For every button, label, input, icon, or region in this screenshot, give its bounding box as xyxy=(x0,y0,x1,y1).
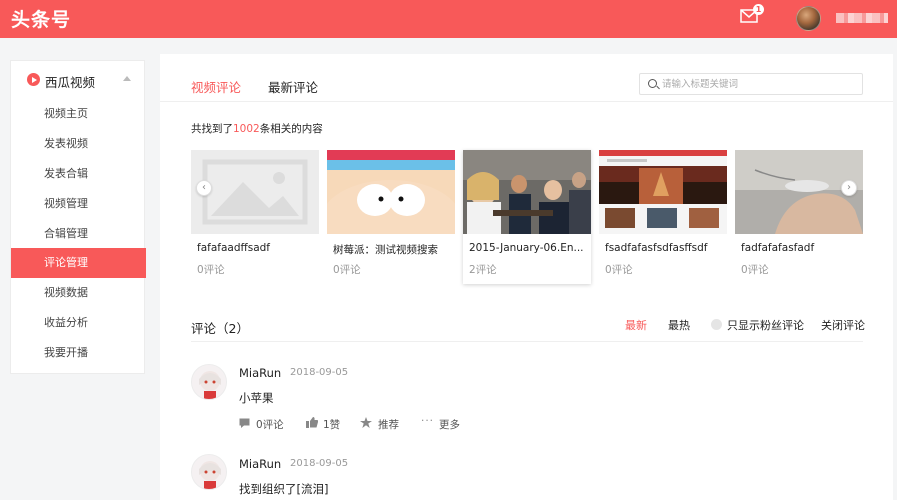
comment-text: 小苹果 xyxy=(239,391,274,405)
comments-divider xyxy=(191,341,863,342)
chevron-right-icon: › xyxy=(847,182,851,193)
search-icon xyxy=(648,79,657,88)
username-blurred[interactable] xyxy=(836,13,888,23)
sidebar-section-header[interactable]: 西瓜视频 xyxy=(11,61,146,99)
sidebar-item-collection-management[interactable]: 合辑管理 xyxy=(11,219,146,249)
video-title: fafafaadffsadf xyxy=(197,242,270,254)
comment-icon xyxy=(239,418,250,428)
search-input[interactable] xyxy=(662,76,857,92)
sidebar: 西瓜视频 视频主页 发表视频 发表合辑 视频管理 合辑管理 评论管理 视频数据 … xyxy=(10,60,146,374)
play-icon xyxy=(27,73,40,86)
video-card-selected[interactable]: 2015-January-06.En... 2评论 xyxy=(463,150,591,284)
video-thumbnail-website xyxy=(599,150,727,234)
close-comments-button[interactable]: 关闭评论 xyxy=(821,317,865,333)
filter-hot[interactable]: 最热 xyxy=(668,317,690,333)
results-count: 共找到了1002条相关的内容 xyxy=(191,121,323,136)
comment-more-button[interactable]: 更多 xyxy=(439,417,460,432)
top-bar: 头条号 1 xyxy=(0,0,897,38)
sidebar-section-title: 西瓜视频 xyxy=(45,75,96,90)
filter-latest[interactable]: 最新 xyxy=(625,317,647,333)
video-card[interactable]: 树莓派：测试视频搜索 0评论 xyxy=(327,150,455,284)
comment-recommend-button[interactable]: 推荐 xyxy=(378,417,399,432)
sidebar-item-revenue-analysis[interactable]: 收益分析 xyxy=(11,308,146,338)
comment-username[interactable]: MiaRun xyxy=(239,366,281,380)
comment-username[interactable]: MiaRun xyxy=(239,457,281,471)
results-suffix: 条相关的内容 xyxy=(259,123,323,135)
sidebar-item-video-data[interactable]: 视频数据 xyxy=(11,278,146,308)
sidebar-item-video-management[interactable]: 视频管理 xyxy=(11,189,146,219)
results-prefix: 共找到了 xyxy=(191,123,233,135)
video-title: fadfafafasfadf xyxy=(741,242,815,254)
sidebar-item-publish-collection[interactable]: 发表合辑 xyxy=(11,159,146,189)
chevron-left-icon: ‹ xyxy=(202,182,206,193)
video-card[interactable]: fadfafafasfadf 0评论 xyxy=(735,150,863,284)
video-comment-count: 2评论 xyxy=(469,264,497,276)
comment-text: 找到组织了[流泪] xyxy=(239,482,329,496)
video-title: 树莓派：测试视频搜索 xyxy=(333,244,438,256)
user-avatar[interactable] xyxy=(796,6,821,31)
video-comment-count: 0评论 xyxy=(605,264,633,276)
comment-date: 2018-09-05 xyxy=(290,367,349,378)
sidebar-item-go-live[interactable]: 我要开播 xyxy=(11,338,146,368)
comment-avatar[interactable] xyxy=(191,364,227,400)
chevron-up-icon xyxy=(123,76,131,81)
results-number: 1002 xyxy=(233,123,260,135)
tab-latest-comments[interactable]: 最新评论 xyxy=(268,77,318,96)
comment-reply-count[interactable]: 0评论 xyxy=(256,417,284,432)
search-box[interactable] xyxy=(639,73,863,95)
mail-button[interactable]: 1 xyxy=(740,4,764,25)
comments-title: 评论（2） xyxy=(191,321,249,336)
comment-date: 2018-09-05 xyxy=(290,458,349,469)
video-comment-count: 0评论 xyxy=(333,264,361,276)
video-card[interactable]: fafafaadffsadf 0评论 xyxy=(191,150,319,284)
fans-only-radio[interactable] xyxy=(711,319,722,330)
tab-video-comments[interactable]: 视频评论 xyxy=(191,77,241,96)
comment-avatar[interactable] xyxy=(191,454,227,490)
video-comment-count: 0评论 xyxy=(197,264,225,276)
video-comment-count: 0评论 xyxy=(741,264,769,276)
sidebar-item-publish-video[interactable]: 发表视频 xyxy=(11,129,146,159)
more-icon[interactable]: ··· xyxy=(421,415,434,427)
sidebar-item-comment-management[interactable]: 评论管理 xyxy=(11,248,146,278)
filter-fans-only-label[interactable]: 只显示粉丝评论 xyxy=(727,317,804,333)
carousel-next-button[interactable]: › xyxy=(841,180,857,196)
thumbs-up-icon xyxy=(306,417,318,428)
star-icon xyxy=(360,417,372,428)
tab-divider xyxy=(160,101,893,102)
video-title: fsadfafasfsdfasffsdf xyxy=(605,242,708,254)
video-thumbnail-meeting xyxy=(463,150,591,234)
app-logo[interactable]: 头条号 xyxy=(11,5,71,32)
mail-badge: 1 xyxy=(753,4,764,15)
main-panel: 视频评论 最新评论 共找到了1002条相关的内容 fafafaadffsadf … xyxy=(160,54,893,500)
sidebar-item-video-home[interactable]: 视频主页 xyxy=(11,99,146,129)
comment-like-count[interactable]: 1赞 xyxy=(323,417,340,432)
video-card[interactable]: fsadfafasfsdfasffsdf 0评论 xyxy=(599,150,727,284)
carousel-prev-button[interactable]: ‹ xyxy=(196,180,212,196)
video-title: 2015-January-06.En... xyxy=(469,242,584,254)
video-thumbnail-cartoon xyxy=(327,150,455,234)
